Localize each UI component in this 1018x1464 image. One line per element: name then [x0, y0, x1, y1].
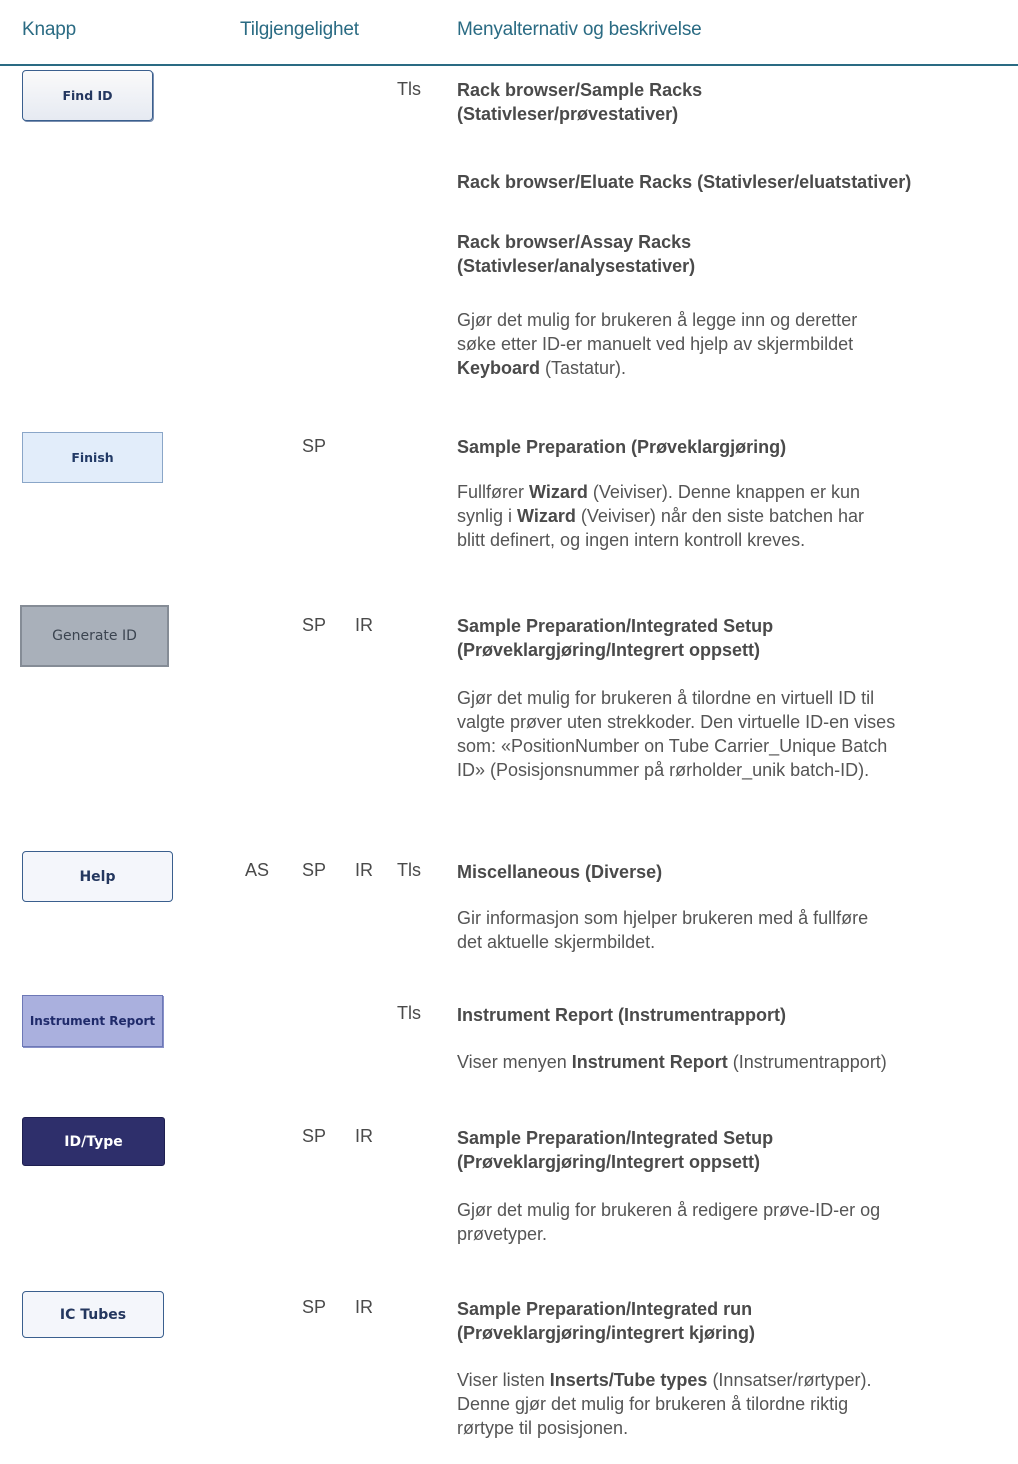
generate-id-button[interactable]: Generate ID: [20, 605, 169, 667]
menu-title: Rack browser/Eluate Racks (Stativleser/e…: [457, 172, 912, 192]
availability-sp: SP: [302, 1297, 327, 1317]
menu-title: Sample Preparation/Integrated run (Prøve…: [457, 1299, 756, 1343]
availability-sp: SP: [302, 615, 327, 635]
availability-sp: SP: [302, 436, 327, 456]
table-header: Knapp Tilgjengelighet Menyalternativ og …: [0, 0, 1018, 66]
header-availability-column: Tilgjengelighet: [240, 19, 359, 40]
menu-title: Miscellaneous (Diverse): [457, 862, 663, 882]
find-id-button[interactable]: Find ID: [22, 70, 153, 121]
menu-description: Gjør det mulig for brukeren å redigere p…: [457, 1200, 881, 1244]
menu-description: Viser listen Inserts/Tube types (Innsats…: [457, 1370, 872, 1438]
menu-description: Gjør det mulig for brukeren å tilordne e…: [457, 688, 896, 780]
availability-sp: SP: [302, 1126, 327, 1146]
ic-tubes-button[interactable]: IC Tubes: [22, 1291, 164, 1338]
menu-title: Instrument Report (Instrumentrapport): [457, 1005, 787, 1025]
availability-ir: IR: [355, 1126, 373, 1146]
availability-as: AS: [245, 860, 270, 880]
availability-tls: Tls: [397, 79, 421, 99]
menu-title: Rack browser/Sample Racks (Stativleser/p…: [457, 80, 703, 124]
menu-title: Sample Preparation/Integrated Setup (Prø…: [457, 1128, 774, 1172]
menu-description: Gjør det mulig for brukeren å legge inn …: [457, 310, 858, 378]
availability-tls: Tls: [397, 1003, 421, 1023]
help-button[interactable]: Help: [22, 851, 173, 902]
menu-title: Sample Preparation (Prøveklargjøring): [457, 437, 787, 457]
menu-title: Sample Preparation/Integrated Setup (Prø…: [457, 616, 774, 660]
availability-sp: SP: [302, 860, 327, 880]
menu-description: Gir informasjon som hjelper brukeren med…: [457, 908, 869, 952]
menu-description: Viser menyen Instrument Report (Instrume…: [457, 1052, 887, 1072]
availability-ir: IR: [355, 615, 373, 635]
availability-ir: IR: [355, 1297, 373, 1317]
availability-tls: Tls: [397, 860, 421, 880]
menu-description: Fullfører Wizard (Veiviser). Denne knapp…: [457, 482, 865, 550]
finish-button[interactable]: Finish: [22, 432, 163, 483]
menu-title: Rack browser/Assay Racks (Stativleser/an…: [457, 232, 696, 276]
header-menu-column: Menyalternativ og beskrivelse: [457, 19, 702, 40]
id-type-button[interactable]: ID/Type: [22, 1117, 165, 1166]
instrument-report-button[interactable]: Instrument Report: [22, 995, 163, 1047]
availability-ir: IR: [355, 860, 373, 880]
header-button-column: Knapp: [22, 19, 76, 40]
